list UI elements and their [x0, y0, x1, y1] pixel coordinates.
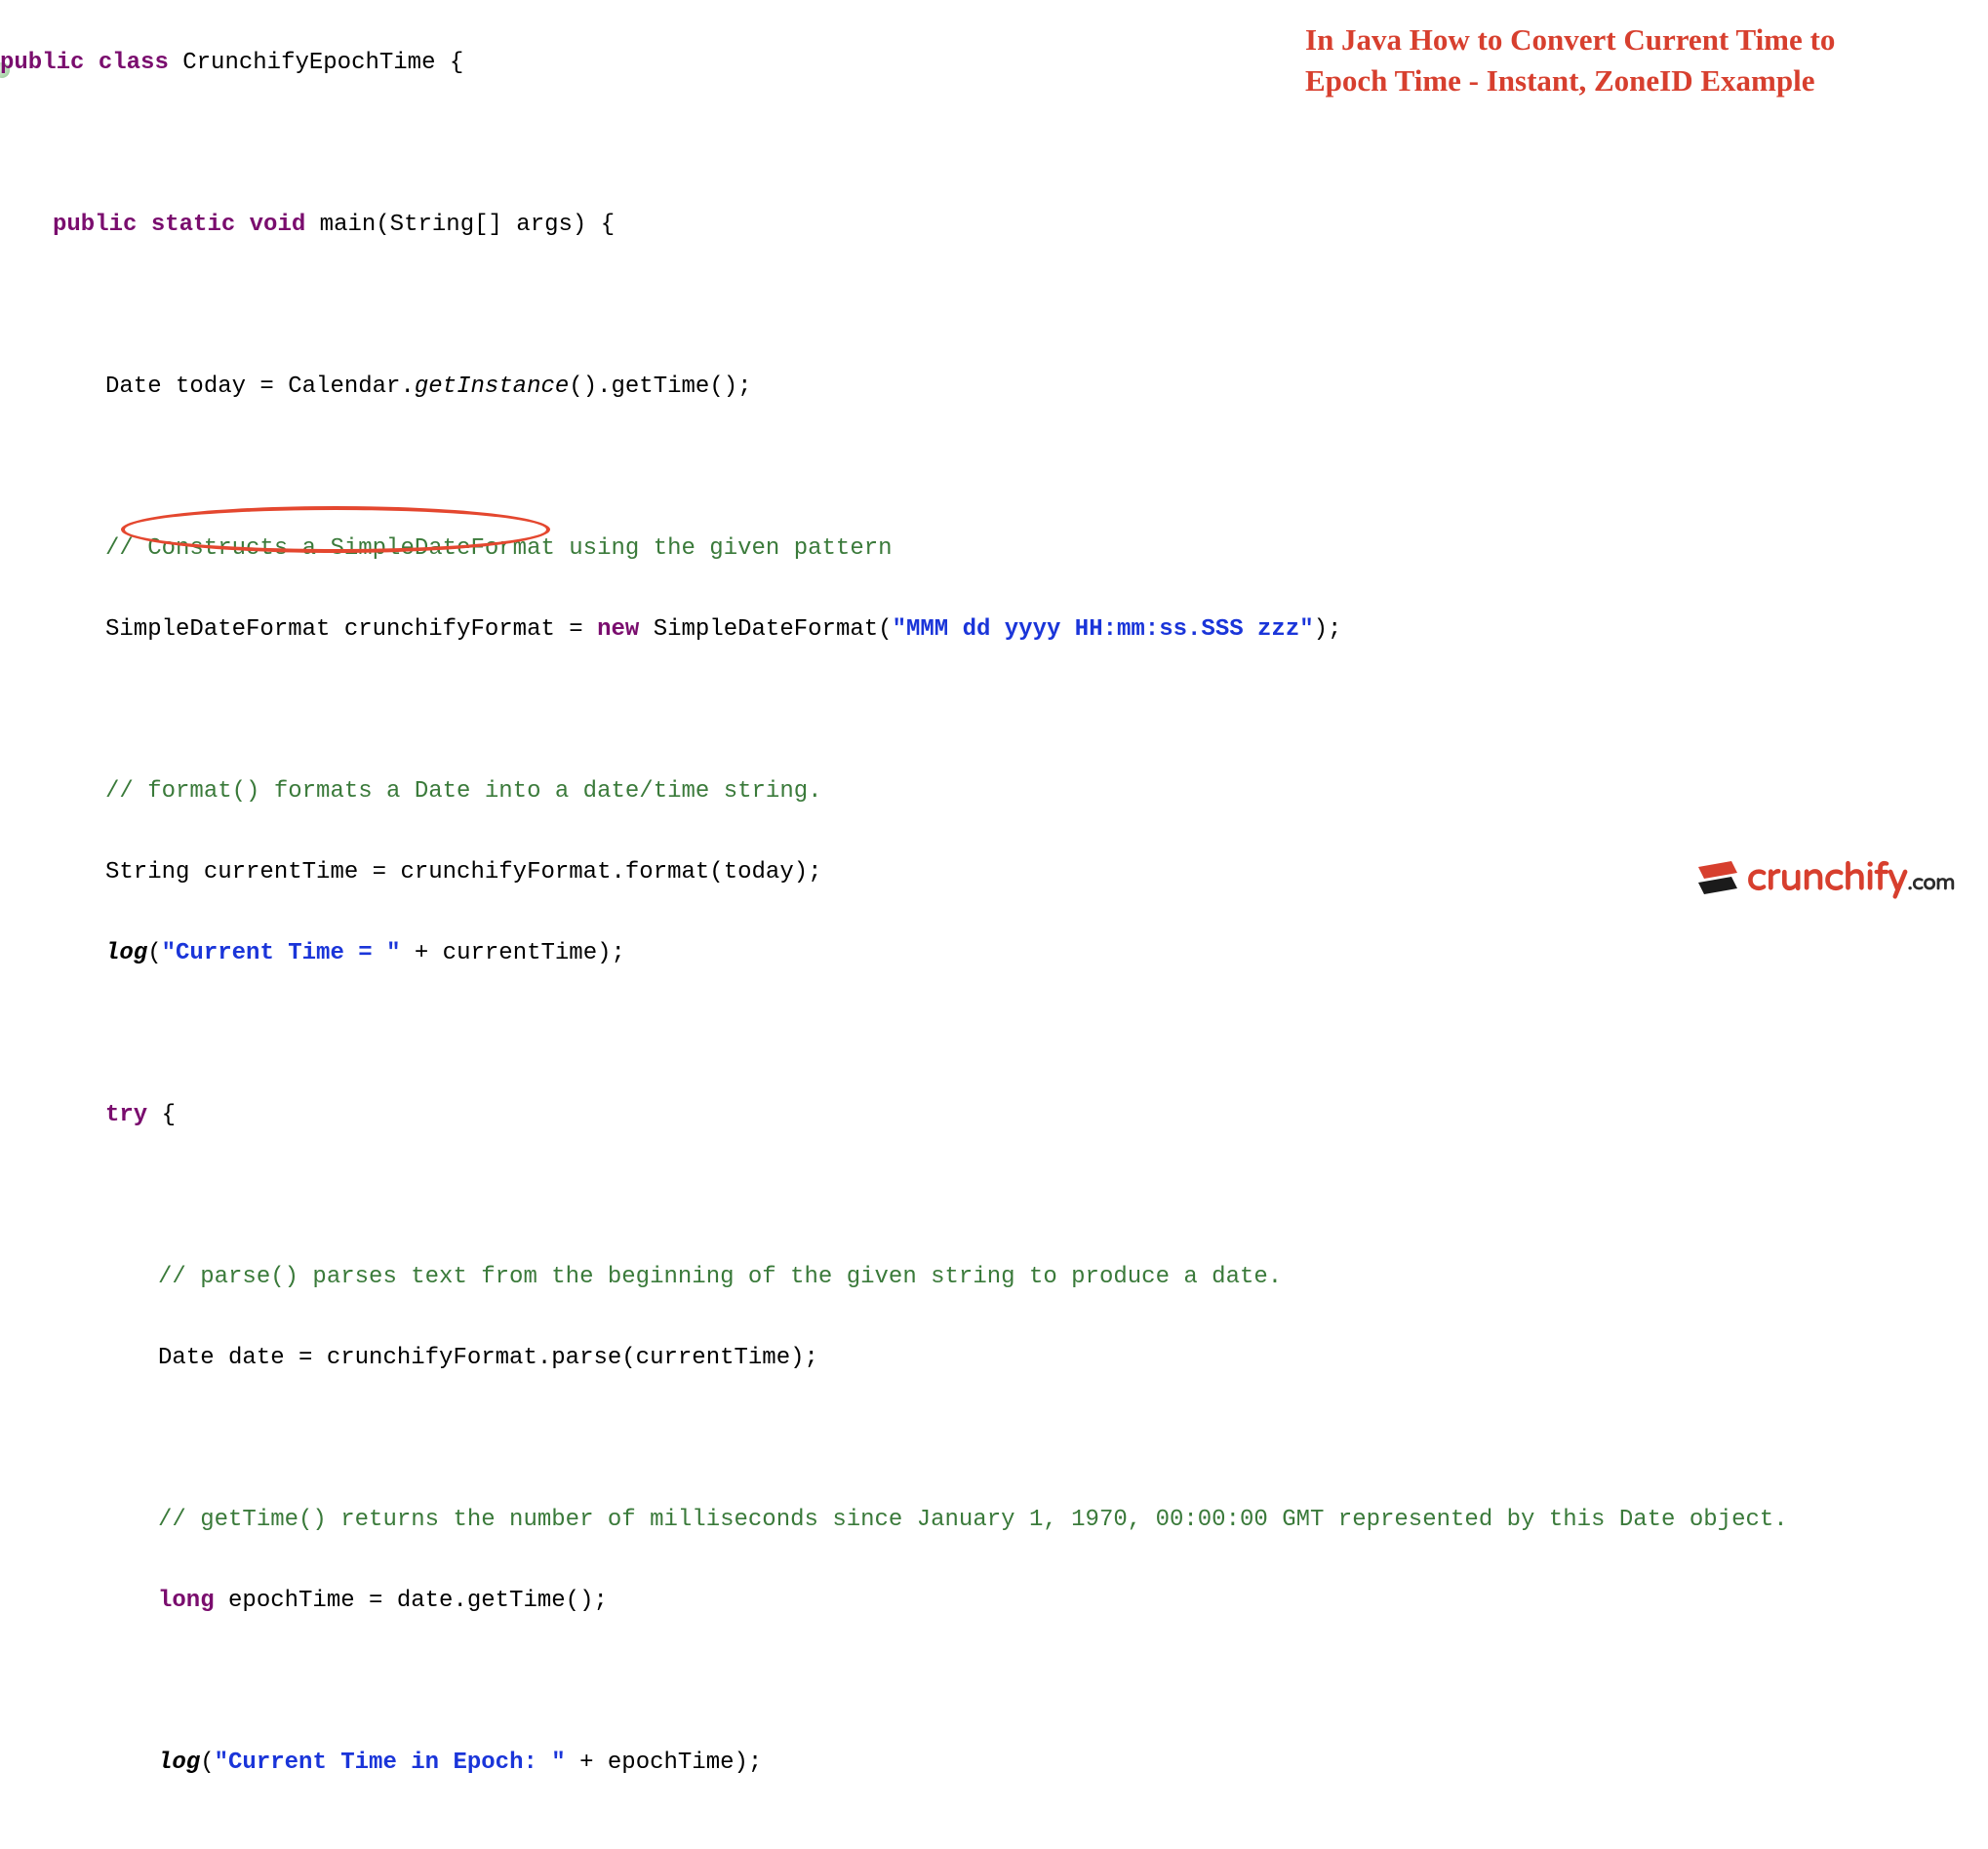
- code-text: (: [200, 1750, 214, 1776]
- kw-try: try: [105, 1102, 147, 1128]
- comment: // getTime() returns the number of milli…: [158, 1507, 1788, 1533]
- kw-public: public: [0, 50, 84, 76]
- code-text: Date date = crunchifyFormat.parse(curren…: [158, 1345, 818, 1371]
- code-text: ().getTime();: [569, 374, 751, 400]
- kw-long: long: [158, 1588, 215, 1614]
- code-text: );: [1314, 616, 1342, 643]
- call-getinstance: getInstance: [415, 374, 569, 400]
- crunchify-logo-text: crunchify.com: [1747, 846, 1955, 911]
- code-text: SimpleDateFormat(: [639, 616, 892, 643]
- logo-suffix: .com: [1907, 871, 1955, 896]
- code-text: String currentTime = crunchifyFormat.for…: [105, 859, 822, 885]
- article-title: In Java How to Convert Current Time to E…: [1305, 20, 1920, 101]
- code-text: (: [147, 940, 161, 966]
- code-text: Date today = Calendar.: [105, 374, 415, 400]
- call-log: log: [158, 1750, 200, 1776]
- title-line-2: Epoch Time - Instant, ZoneID Example: [1305, 60, 1920, 101]
- crunchify-logo-icon: [1692, 855, 1739, 902]
- code-text: epochTime = date.getTime();: [215, 1588, 608, 1614]
- kw-void: void: [250, 212, 306, 238]
- code-text: + epochTime);: [566, 1750, 763, 1776]
- logo-brand: crunchify: [1747, 855, 1907, 900]
- string-literal: "MMM dd yyyy HH:mm:ss.SSS zzz": [893, 616, 1314, 643]
- comment: // Constructs a SimpleDateFormat using t…: [105, 535, 893, 562]
- kw-public: public: [53, 212, 137, 238]
- code-text: + currentTime);: [400, 940, 624, 966]
- comment: // parse() parses text from the beginnin…: [158, 1264, 1282, 1290]
- kw-class: class: [99, 50, 169, 76]
- crunchify-logo: crunchify.com: [1692, 846, 1955, 911]
- code-snippet: public class CrunchifyEpochTime { public…: [0, 2, 1988, 1849]
- class-decl: CrunchifyEpochTime {: [169, 50, 463, 76]
- call-log: log: [105, 940, 147, 966]
- method-sig: main(String[] args) {: [305, 212, 615, 238]
- kw-static: static: [151, 212, 235, 238]
- comment: // format() formats a Date into a date/t…: [105, 778, 822, 805]
- code-text: {: [147, 1102, 176, 1128]
- kw-new: new: [597, 616, 639, 643]
- string-literal: "Current Time in Epoch: ": [215, 1750, 566, 1776]
- code-text: SimpleDateFormat crunchifyFormat =: [105, 616, 597, 643]
- title-line-1: In Java How to Convert Current Time to: [1305, 20, 1920, 60]
- string-literal: "Current Time = ": [162, 940, 401, 966]
